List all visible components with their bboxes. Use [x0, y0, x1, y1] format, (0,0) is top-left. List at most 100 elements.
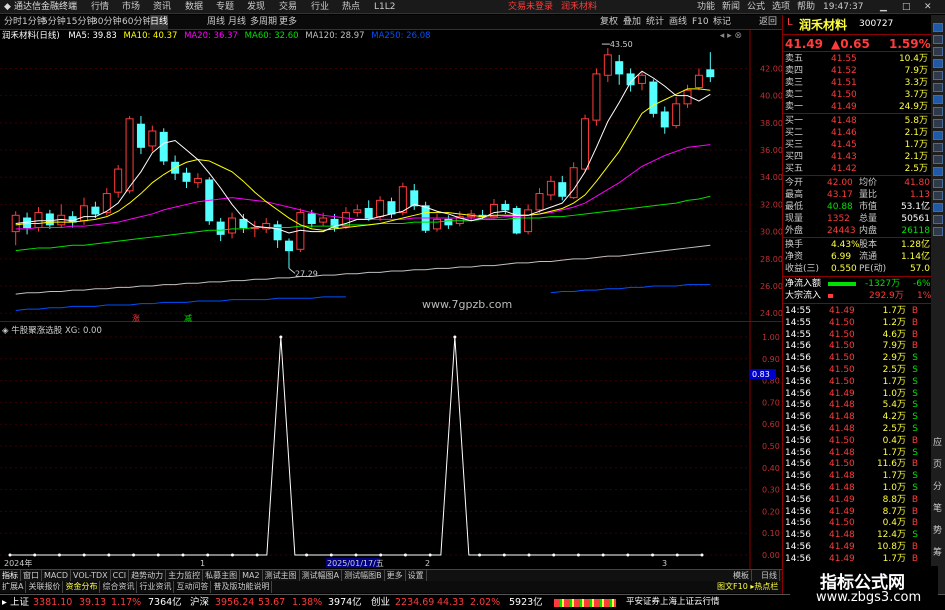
menu-jiaoyi[interactable]: 交易 [279, 0, 297, 14]
period-week[interactable]: 周线 [207, 15, 225, 29]
menu-bangzhu[interactable]: 帮助 [797, 0, 815, 14]
indicator-svg: 1.000.900.800.700.600.500.400.300.200.10… [0, 323, 780, 569]
window-close-icon[interactable]: ✕ [924, 0, 932, 14]
sh-label[interactable]: 上证 [10, 595, 29, 610]
period-more[interactable]: 更多 [279, 15, 297, 29]
indicator-tabs: 指标 窗口 MACD VOL-TDX CCI 趋势动力 主力监控 私募主图 MA2 测试主图 测试幅… [0, 569, 782, 582]
status-tab-5[interactable]: 互动问答 [174, 581, 212, 593]
bid-row[interactable]: 买四 41.43 2.1万 [783, 151, 932, 163]
side-tool-icon[interactable] [933, 95, 943, 104]
bid-row[interactable]: 买二 41.46 2.1万 [783, 127, 932, 139]
period-60min[interactable]: 60分钟 [122, 15, 151, 29]
btn-tongji[interactable]: 统计 [646, 15, 664, 29]
orderbook-divider [783, 113, 932, 114]
side-tool-icon[interactable] [933, 47, 943, 56]
sz-label[interactable]: 沪深 [190, 595, 209, 610]
menu-gongshi[interactable]: 公式 [747, 0, 765, 14]
side-tool-icon[interactable] [933, 191, 943, 200]
cy-label[interactable]: 创业 [371, 595, 390, 610]
menu-zhuanti[interactable]: 专题 [216, 0, 234, 14]
sz-value: 3956.24 [215, 597, 255, 608]
side-tool-icon[interactable] [933, 155, 943, 164]
btn-biaoji[interactable]: 标记 [713, 15, 731, 29]
menu-xinwen[interactable]: 新闻 [722, 0, 740, 14]
menu-shichang[interactable]: 市场 [122, 0, 140, 14]
side-tool-icon[interactable] [933, 107, 943, 116]
login-status[interactable]: 交易未登录 [508, 0, 553, 14]
menu-l1l2[interactable]: L1L2 [374, 0, 395, 14]
side-tool-label[interactable]: 分 [933, 479, 942, 492]
window-maximize-icon[interactable]: □ [902, 0, 911, 14]
side-tool-icon[interactable] [933, 179, 943, 188]
period-month[interactable]: 月线 [228, 15, 246, 29]
btn-f10[interactable]: F10 [692, 15, 709, 29]
bid-row[interactable]: 买五 41.42 2.5万 [783, 163, 932, 175]
ask-row[interactable]: 卖三 41.51 3.3万 [783, 77, 932, 89]
ask-row[interactable]: 卖五 41.55 10.4万 [783, 53, 932, 65]
side-tool-icon[interactable] [933, 83, 943, 92]
candle-body [524, 209, 533, 233]
menu-hangye[interactable]: 行业 [311, 0, 329, 14]
menu-faxian[interactable]: 发现 [247, 0, 265, 14]
period-30min[interactable]: 30分钟 [92, 15, 121, 29]
side-tool-icon[interactable] [933, 119, 943, 128]
candle-body [114, 168, 123, 193]
status-tab-3[interactable]: 综合资讯 [100, 581, 138, 593]
side-tool-icon[interactable] [933, 59, 943, 68]
side-tool-icon[interactable] [933, 71, 943, 80]
side-tool-icon[interactable] [933, 23, 943, 32]
menu-xuanxiang[interactable]: 选项 [772, 0, 790, 14]
f10-link[interactable]: 图文F10 ▸热点栏 [717, 581, 778, 593]
side-tool-icon[interactable] [933, 143, 943, 152]
menu-hangqing[interactable]: 行情 [91, 0, 109, 14]
btn-fanhui[interactable]: 返回 [759, 15, 777, 29]
period-day[interactable]: 日线 [150, 15, 169, 29]
status-tab-2[interactable]: 资金分布 [63, 581, 101, 593]
tick-list[interactable]: 14:55 41.49 1.7万 B 14:55 41.50 1.2万 B 14:5… [783, 303, 932, 565]
side-tool-label[interactable]: 势 [933, 523, 942, 536]
ask-row[interactable]: 卖四 41.52 7.9万 [783, 65, 932, 77]
btn-fuquan[interactable]: 复权 [600, 15, 618, 29]
window-minimize-icon[interactable]: ▁ [880, 0, 887, 14]
status-tab-0[interactable]: 扩展A [0, 581, 27, 593]
ask-row[interactable]: 卖二 41.50 3.7万 [783, 89, 932, 101]
bid-row[interactable]: 买三 41.45 1.7万 [783, 139, 932, 151]
tab-period-day[interactable]: 日线 [759, 570, 780, 581]
side-tool-icon[interactable] [933, 203, 943, 212]
side-tool-label[interactable]: 页 [933, 457, 942, 470]
status-tab-6[interactable]: 普及版功能说明 [211, 581, 273, 593]
stat-value: 0.550 [831, 264, 857, 274]
period-multi[interactable]: 多周期 [250, 15, 277, 29]
status-tab-4[interactable]: 行业资讯 [137, 581, 175, 593]
tick-volume: 1.7万 [882, 447, 906, 458]
menu-redian[interactable]: 热点 [342, 0, 360, 14]
bid-row[interactable]: 买一 41.48 5.8万 [783, 115, 932, 127]
side-tool-label[interactable]: 应 [933, 435, 942, 448]
ask-label: 卖五 [785, 54, 804, 64]
kline-chart-panel[interactable]: 润禾材料(日线) MA5: 39.83 MA10: 40.37 MA20: 36… [0, 29, 782, 323]
kline-svg: 42.00 40.00 38.00 36.00 34.00 32.00 30.00 28.00… [0, 30, 782, 323]
stat-value: 41.80 [904, 178, 930, 188]
side-tool-icon[interactable] [933, 215, 943, 224]
side-tool-icon[interactable] [933, 131, 943, 140]
side-tool-icon[interactable] [933, 167, 943, 176]
btn-diejia[interactable]: 叠加 [623, 15, 641, 29]
favorite-icon[interactable]: L [787, 17, 793, 28]
tab-template[interactable]: 模板 [731, 570, 752, 581]
status-tab-1[interactable]: 关联报价 [26, 581, 64, 593]
side-tool-icon[interactable] [933, 35, 943, 44]
menu-gongneng[interactable]: 功能 [697, 0, 715, 14]
side-tool-label[interactable]: 筹 [933, 545, 942, 558]
side-tool-label[interactable]: 笔 [933, 501, 942, 514]
period-fenshi[interactable]: 分时 [4, 15, 22, 29]
app-name: 通达信金融终端 [14, 2, 78, 12]
ask-row[interactable]: 卖一 41.49 24.9万 [783, 101, 932, 113]
btn-huaxian[interactable]: 画线 [669, 15, 687, 29]
indicator-chart-panel[interactable]: ◈ 牛股聚涨选股 XG: 0.00 1.00 0.90 0.80 0.70 0.60 0.… [0, 323, 782, 569]
period-5min[interactable]: 5分钟 [42, 15, 66, 29]
menu-shuju[interactable]: 数据 [185, 0, 203, 14]
stat-value: 50561 [901, 214, 930, 224]
ask-price: 41.49 [831, 102, 857, 112]
menu-zixun[interactable]: 资讯 [153, 0, 171, 14]
side-tool-icon[interactable] [933, 227, 943, 236]
